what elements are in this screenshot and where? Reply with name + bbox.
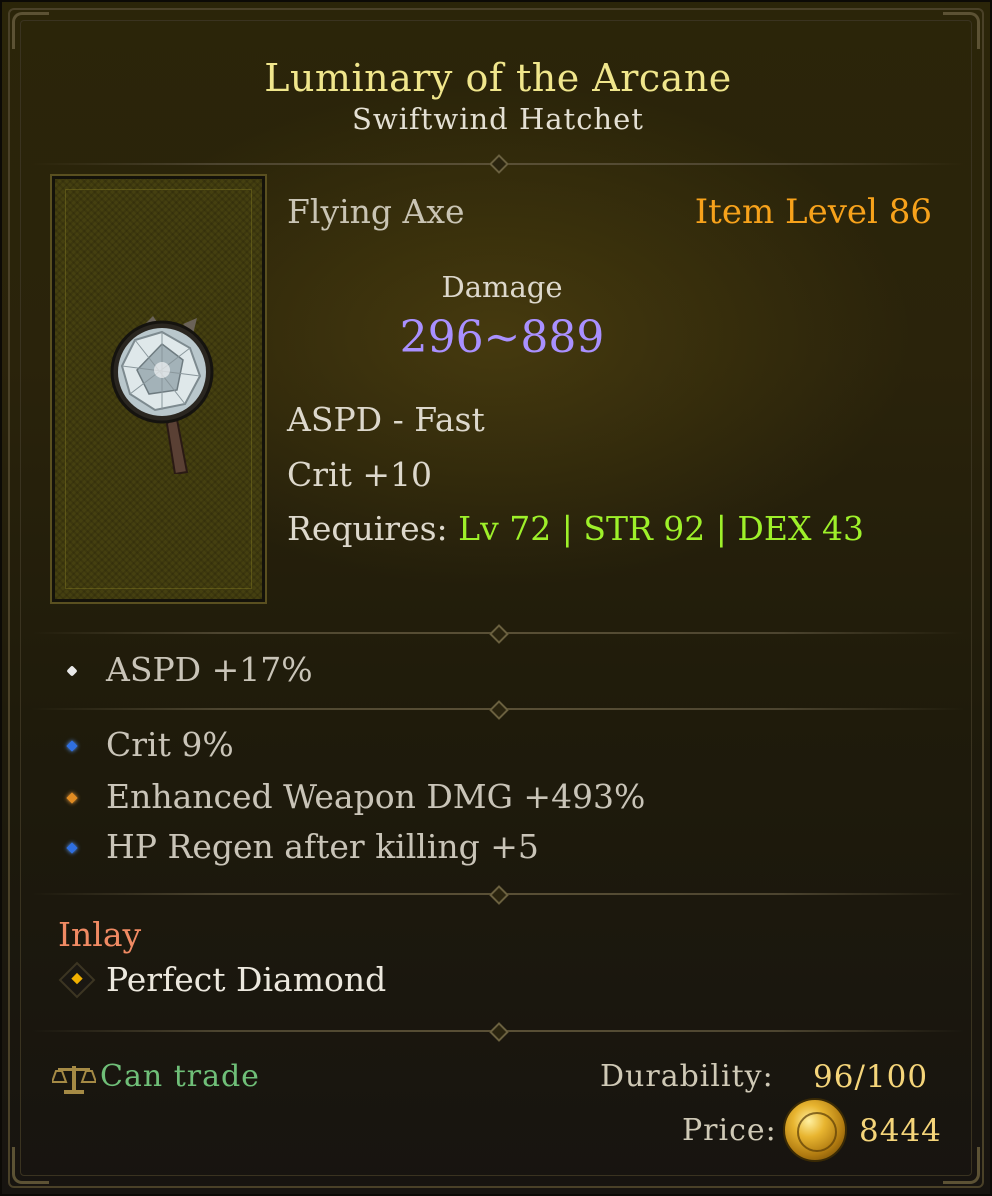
scales-icon <box>52 1066 96 1094</box>
requirements-row: Requires: Lv 72 | STR 92 | DEX 43 <box>287 509 864 548</box>
inlay-gem: Perfect Diamond <box>106 960 387 999</box>
gold-coin-icon <box>783 1098 847 1162</box>
divider-ornament <box>489 624 509 644</box>
item-level: Item Level 86 <box>694 192 932 232</box>
item-icon-frame[interactable] <box>50 174 267 604</box>
corner-ornament <box>12 1147 49 1184</box>
blue-bullet-icon <box>66 740 78 752</box>
req-dex: DEX 43 <box>737 509 864 548</box>
price-value: 8444 <box>859 1113 942 1149</box>
base-affix: ASPD +17% <box>106 650 313 689</box>
white-bullet-icon <box>66 665 78 677</box>
damage-label: Damage <box>441 270 563 304</box>
divider-ornament <box>489 700 509 720</box>
attack-speed: ASPD - Fast <box>287 400 485 439</box>
crit-stat: Crit +10 <box>287 455 432 494</box>
requires-label: Requires: <box>287 509 448 548</box>
item-type: Flying Axe <box>287 192 465 231</box>
gem-socket-icon <box>58 961 96 999</box>
corner-ornament <box>12 12 49 49</box>
trade-status: Can trade <box>100 1059 260 1094</box>
magic-affix: HP Regen after killing +5 <box>106 827 539 866</box>
divider-ornament <box>489 885 509 905</box>
item-base-name: Swiftwind Hatchet <box>352 102 644 136</box>
blue-bullet-icon <box>66 842 78 854</box>
req-separator: | <box>561 509 573 548</box>
item-tooltip: Luminary of the Arcane Swiftwind Hatchet… <box>0 0 992 1196</box>
req-str: STR 92 <box>583 509 706 548</box>
corner-ornament <box>943 1147 980 1184</box>
magic-affix: Enhanced Weapon DMG +493% <box>106 777 646 816</box>
orange-bullet-icon <box>66 792 78 804</box>
damage-value: 296~889 <box>399 312 605 363</box>
corner-ornament <box>943 12 980 49</box>
inlay-heading: Inlay <box>58 915 142 954</box>
magic-affix: Crit 9% <box>106 725 234 764</box>
req-level: Lv 72 <box>458 509 552 548</box>
durability-value: 96/100 <box>813 1059 929 1095</box>
divider-ornament <box>489 1022 509 1042</box>
divider-ornament <box>489 154 509 174</box>
price-label: Price: <box>682 1113 777 1148</box>
item-name: Luminary of the Arcane <box>264 56 732 100</box>
durability-label: Durability: <box>600 1059 774 1094</box>
req-separator: | <box>715 509 727 548</box>
